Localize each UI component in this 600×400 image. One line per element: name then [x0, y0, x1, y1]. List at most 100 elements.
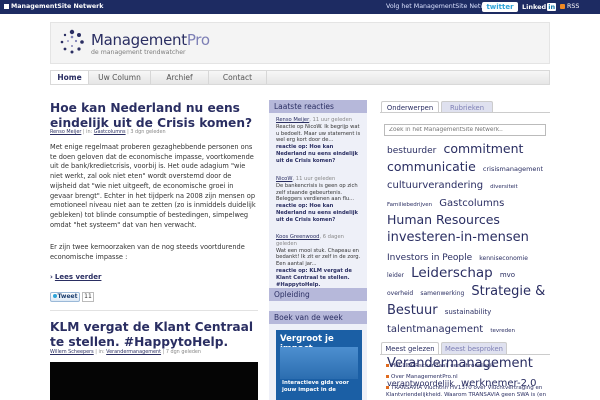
tag-link[interactable]: leider — [387, 272, 404, 280]
latest-comments-heading: Laatste reacties — [269, 100, 367, 113]
popular-link[interactable]: Het LIBORschandaal, een chronologie. — [391, 363, 496, 369]
article-meta: Renso Meijer | in: Gastcolumns | 3 dgn g… — [50, 129, 166, 135]
tab-meest-besproken[interactable]: Meest besproken — [441, 342, 507, 354]
tag-link[interactable]: investeren-in-mensen — [387, 230, 529, 245]
tab-archief[interactable]: Archief — [151, 71, 209, 84]
article-category[interactable]: Verandermanagement — [106, 349, 161, 355]
comment-author[interactable]: NicoW — [276, 176, 292, 182]
read-more-link[interactable]: › Lees verder — [50, 273, 101, 281]
comment-author[interactable]: Renso Meijer — [276, 117, 309, 123]
bullet-icon — [386, 385, 389, 389]
tweet-button[interactable]: Tweet — [50, 292, 80, 302]
tag-link[interactable]: diversiteit — [490, 184, 518, 190]
comment-text: Reactie op NicoW. Ik begrijp wat u bedoe… — [276, 123, 361, 144]
article-author[interactable]: Renso Meijer — [50, 129, 81, 135]
tag-link[interactable]: talentmanagement — [387, 324, 483, 335]
popular-link[interactable]: TRANSAVIA Vluchtnr. HV1370 over Vluchtve… — [386, 385, 546, 398]
comment-item[interactable]: NicoW, 11 uur geleden De bankencrisis is… — [276, 176, 362, 224]
tag-link[interactable]: kenniseconomie — [479, 255, 528, 262]
logo-mark-icon[interactable] — [59, 29, 85, 55]
tag-link[interactable]: sustainability — [445, 308, 492, 316]
article-paragraph-1: Met enige regelmaat proberen gezaghebben… — [50, 143, 256, 229]
article-meta: Willem Scheepers | in: Verandermanagemen… — [50, 349, 202, 355]
tag-link[interactable]: Familiebedrijven — [387, 202, 432, 208]
rss-link[interactable]: RSS — [560, 3, 579, 10]
comment-reply-to[interactable]: reactie op: KLM vergat de Klant Centraal… — [276, 268, 352, 288]
popular-item[interactable]: Over ManagementPro.nl — [386, 374, 550, 381]
tab-underline — [380, 112, 550, 113]
brand-pro: Pro — [186, 31, 210, 49]
comment-author[interactable]: Koos Greenwood — [276, 234, 319, 240]
rss-label: RSS — [567, 3, 580, 10]
popular-link[interactable]: Over ManagementPro.nl — [391, 374, 458, 380]
bullet-icon — [386, 363, 389, 367]
search-input[interactable] — [384, 124, 546, 136]
tag-link[interactable]: commitment — [443, 141, 523, 156]
follow-label: Volg het ManagementSite Netwerk: — [386, 3, 498, 10]
tag-link[interactable]: Investors in People — [387, 253, 472, 263]
tag-link[interactable]: Leiderschap — [411, 265, 493, 281]
network-link[interactable]: ManagementSite Netwerk — [4, 3, 103, 10]
article-category[interactable]: Gastcolumns — [94, 129, 126, 135]
book-of-week-heading: Boek van de week — [269, 311, 367, 324]
tweet-count: 11 — [82, 292, 94, 302]
article-paragraph-2: Er zijn twee kernoorzaken van de nog ste… — [50, 243, 245, 261]
tag-link[interactable]: mvo — [500, 271, 515, 280]
comment-time: , 11 uur geleden — [292, 176, 336, 182]
tab-meest-gelezen[interactable]: Meest gelezen — [381, 342, 439, 354]
article-title[interactable]: KLM vergat de Klant Centraal te stellen.… — [50, 320, 265, 350]
book-subtitle: Interactieve gids voor jouw impact in de — [282, 380, 349, 393]
tag-link[interactable]: bestuurder — [387, 146, 436, 156]
popular-item[interactable]: Het LIBORschandaal, een chronologie. — [386, 363, 550, 370]
video-player[interactable] — [50, 362, 258, 400]
book-cover[interactable]: Vergroot je impact Interactieve gids voo… — [276, 330, 362, 400]
article-age: 3 dgn geleden — [130, 129, 166, 135]
tab-underline — [380, 354, 550, 355]
article-age: 7 dgn geleden — [165, 349, 202, 355]
read-more-label: Lees verder — [54, 273, 102, 281]
popular-item[interactable]: TRANSAVIA Vluchtnr. HV1370 over Vluchtve… — [386, 385, 550, 400]
site-header: ManagementPro de management trendwatcher — [50, 22, 550, 64]
tag-link[interactable]: samenwerking — [420, 290, 464, 297]
twitter-link[interactable]: twitter — [482, 2, 518, 12]
tab-contact[interactable]: Contact — [209, 71, 267, 84]
tag-link[interactable]: Gastcolumns — [439, 198, 504, 209]
tag-link[interactable]: crisismanagement — [483, 165, 543, 173]
comment-item[interactable]: Koos Greenwood, 6 dagen geleden Wat een … — [276, 234, 362, 288]
bullet-icon — [386, 374, 389, 378]
linkedin-label: Linked — [522, 3, 547, 11]
network-icon — [4, 3, 9, 9]
tag-link[interactable]: communicatie — [387, 159, 476, 174]
arrow-icon: › — [50, 273, 53, 281]
tweet-label: Tweet — [57, 293, 78, 300]
comment-text: De bankencrisis is geen op zich zelf sta… — [276, 182, 358, 203]
comment-reply-to[interactable]: reactie op: Hoe kan Nederland nu eens ei… — [276, 144, 358, 164]
tag-link[interactable]: overheid — [387, 290, 413, 297]
network-label: ManagementSite Netwerk — [11, 3, 104, 10]
comment-text: Wat een mooi stuk. Chapeau en bedankt! I… — [276, 247, 361, 268]
tab-home[interactable]: Home — [51, 71, 89, 84]
tab-uw-column[interactable]: Uw Column — [89, 71, 151, 84]
book-image — [280, 347, 358, 379]
linkedin-in-badge: in — [547, 3, 557, 11]
tag-link[interactable]: Human Resources — [387, 212, 500, 227]
meta-in: in: — [98, 349, 105, 355]
comment-time: , 11 uur geleden — [309, 117, 353, 123]
comment-reply-to[interactable]: reactie op: Hoe kan Nederland nu eens ei… — [276, 203, 358, 223]
rss-icon — [560, 3, 565, 9]
site-tagline: de management trendwatcher — [91, 49, 186, 56]
brand-management: Management — [91, 31, 187, 49]
article-author[interactable]: Willem Scheepers — [50, 349, 94, 355]
tag-link[interactable]: cultuurverandering — [387, 180, 483, 191]
network-bar: ManagementSite Netwerk Volg het Manageme… — [0, 0, 600, 14]
linkedin-link[interactable]: Linked in — [522, 3, 557, 11]
site-brand[interactable]: ManagementPro — [91, 31, 210, 49]
main-nav: Home Uw Column Archief Contact — [50, 70, 550, 85]
tweet-bird-icon — [52, 294, 57, 298]
tag-link[interactable]: tevreden — [490, 328, 515, 334]
opleiding-heading[interactable]: Opleiding — [269, 288, 367, 301]
comment-item[interactable]: Renso Meijer, 11 uur geleden Reactie op … — [276, 117, 362, 165]
meta-in: in: — [86, 129, 93, 135]
article-title[interactable]: Hoe kan Nederland nu eens eindelijk uit … — [50, 101, 265, 131]
article-divider — [50, 310, 258, 311]
